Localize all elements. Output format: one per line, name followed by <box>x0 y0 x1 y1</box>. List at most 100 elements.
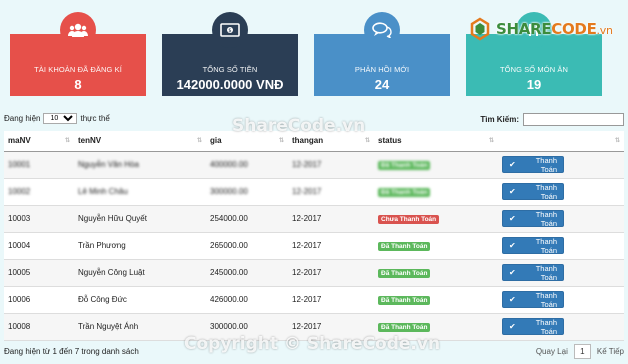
sharecode-logo: SHARECODE.vn <box>468 14 624 44</box>
pay-button[interactable]: ✔ Thanh Toán <box>502 155 564 174</box>
table-row: 10004 Trần Phương 265000.00 12-2017 Đã Thanh… <box>4 232 624 259</box>
sort-icon: ⇅ <box>364 138 370 144</box>
card-label: Tổng số tiền <box>202 65 258 74</box>
table-row: 10002 Lê Minh Châu 300000.00 12-2017 Đã Than… <box>4 178 624 205</box>
search-control: Tìm Kiếm: <box>480 113 624 126</box>
cell-gia: 300000.00 <box>210 187 248 196</box>
status-badge: Đã Thanh Toán <box>378 268 431 278</box>
cell-action: ✔ Thanh Toán <box>498 313 624 340</box>
employee-table: maNV ⇅ tenNV ⇅ gia ⇅ thangan ⇅ status ⇅ ⇅ 100… <box>4 131 624 341</box>
cell-tennv: Trần Phương <box>78 241 126 250</box>
card-value: 142000.0000 VNĐ <box>176 77 284 92</box>
table-row: 10008 Trần Nguyệt Ánh 300000.00 12-2017 Đã T… <box>4 313 624 340</box>
cell-action: ✔ Thanh Toán <box>498 178 624 205</box>
cell-thangan: 12-2017 <box>292 322 322 331</box>
entries-suffix: thực thể <box>80 114 110 123</box>
cell-manv: 10005 <box>8 268 31 277</box>
search-label: Tìm Kiếm: <box>480 115 519 124</box>
table-row: 10005 Nguyễn Công Luật 245000.00 12-2017 Đã … <box>4 259 624 286</box>
cell-status: Đã Thanh Toán <box>374 232 498 259</box>
entries-prefix: Đang hiện <box>4 114 41 123</box>
cell-action: ✔ Thanh Toán <box>498 205 624 232</box>
pay-button[interactable]: ✔ Thanh Toán <box>502 236 564 255</box>
search-input[interactable] <box>523 113 624 126</box>
cell-tennv: Nguyễn Hữu Quyết <box>78 214 147 223</box>
check-icon: ✔ <box>509 268 516 277</box>
pay-button-label: Thanh Toán <box>535 236 557 255</box>
logo-icon <box>470 17 490 41</box>
cell-tennv: Lê Minh Châu <box>78 187 128 196</box>
pay-button[interactable]: ✔ Thanh Toán <box>502 290 564 309</box>
check-icon: ✔ <box>509 295 516 304</box>
cell-tennv: Trần Nguyệt Ánh <box>78 322 139 331</box>
logo-text-domain: .vn <box>596 24 613 37</box>
status-badge: Đã Thanh Toán <box>378 322 431 332</box>
cell-action: ✔ Thanh Toán <box>498 232 624 259</box>
pay-button[interactable]: ✔ Thanh Toán <box>502 263 564 282</box>
svg-text:$: $ <box>228 28 231 34</box>
current-page-button[interactable]: 1 <box>573 344 591 359</box>
cell-thangan: 12-2017 <box>292 187 322 196</box>
cell-thangan: 12-2017 <box>292 160 322 169</box>
cell-gia: 300000.00 <box>210 322 248 331</box>
status-badge: Đã Thanh Toán <box>378 187 431 197</box>
cell-manv: 10008 <box>8 322 31 331</box>
pay-button-label: Thanh Toán <box>535 317 557 336</box>
header-gia[interactable]: gia ⇅ <box>206 131 288 152</box>
pay-button[interactable]: ✔ Thanh Toán <box>502 210 564 228</box>
check-icon: ✔ <box>509 187 516 196</box>
header-thangan[interactable]: thangan ⇅ <box>288 131 374 152</box>
cell-status: Chưa Thanh Toán <box>374 205 498 232</box>
pay-button[interactable]: ✔ Thanh Toán <box>502 183 564 201</box>
cell-thangan: 12-2017 <box>292 268 322 277</box>
table-header-row: maNV ⇅ tenNV ⇅ gia ⇅ thangan ⇅ status ⇅ ⇅ <box>4 131 624 152</box>
table-controls: Đang hiện 10 thực thể Tìm Kiếm: <box>4 113 624 127</box>
pay-button[interactable]: ✔ Thanh Toán <box>502 317 564 336</box>
cell-status: Đã Thanh Toán <box>374 178 498 205</box>
status-badge: Đã Thanh Toán <box>378 241 431 251</box>
next-page-button[interactable]: Kế Tiếp <box>597 347 624 356</box>
header-status[interactable]: status ⇅ <box>374 131 498 152</box>
cell-gia: 245000.00 <box>210 268 248 277</box>
pay-button-label: Thanh Toán <box>535 290 557 309</box>
card-value: 19 <box>526 77 542 92</box>
check-icon: ✔ <box>509 214 516 223</box>
check-icon: ✔ <box>509 160 516 169</box>
card-value: 8 <box>74 77 82 92</box>
cell-action: ✔ Thanh Toán <box>498 286 624 313</box>
entries-select[interactable]: 10 <box>43 113 78 124</box>
header-action[interactable]: ⇅ <box>498 131 624 152</box>
table-row: 10001 Nguyễn Văn Hòa 400000.00 12-2017 Đã Th… <box>4 151 624 178</box>
logo-text-share: SHARE <box>496 20 552 38</box>
cell-tennv: Nguyễn Văn Hòa <box>78 160 139 169</box>
previous-page-button[interactable]: Quay Lại <box>536 347 568 356</box>
table-row: 10003 Nguyễn Hữu Quyết 254000.00 12-2017 Chư… <box>4 205 624 232</box>
pagination-info: Đang hiện từ 1 đến 7 trong danh sách <box>4 347 139 356</box>
check-icon: ✔ <box>509 322 516 331</box>
sort-icon: ⇅ <box>614 138 620 144</box>
money-icon: $ <box>212 12 248 48</box>
cell-manv: 10003 <box>8 214 31 223</box>
users-icon <box>60 12 96 48</box>
pay-button-label: Thanh Toán <box>535 263 557 282</box>
cell-thangan: 12-2017 <box>292 214 322 223</box>
cell-status: Đã Thanh Toán <box>374 259 498 286</box>
cell-thangan: 12-2017 <box>292 295 322 304</box>
cell-thangan: 12-2017 <box>292 241 322 250</box>
sort-icon: ⇅ <box>196 138 202 144</box>
card-label: Tài khoản đã đăng kí <box>34 65 122 74</box>
cell-tennv: Nguyễn Công Luật <box>78 268 145 277</box>
cell-action: ✔ Thanh Toán <box>498 259 624 286</box>
header-tennv[interactable]: tenNV ⇅ <box>74 131 206 152</box>
sort-icon: ⇅ <box>488 138 494 144</box>
table-row: 10006 Đỗ Công Đức 426000.00 12-2017 Đã Thanh… <box>4 286 624 313</box>
pay-button-label: Thanh Toán <box>535 155 557 174</box>
cell-status: Đã Thanh Toán <box>374 286 498 313</box>
status-badge: Đã Thanh Toán <box>378 295 431 305</box>
header-manv[interactable]: maNV ⇅ <box>4 131 74 152</box>
cell-manv: 10004 <box>8 241 31 250</box>
card-label: Tổng số món ăn <box>499 65 569 74</box>
pagination: Quay Lại 1 Kế Tiếp <box>536 344 624 359</box>
sort-icon: ⇅ <box>278 138 284 144</box>
card-new-feedback: Phản hồi mới 24 <box>314 12 450 96</box>
